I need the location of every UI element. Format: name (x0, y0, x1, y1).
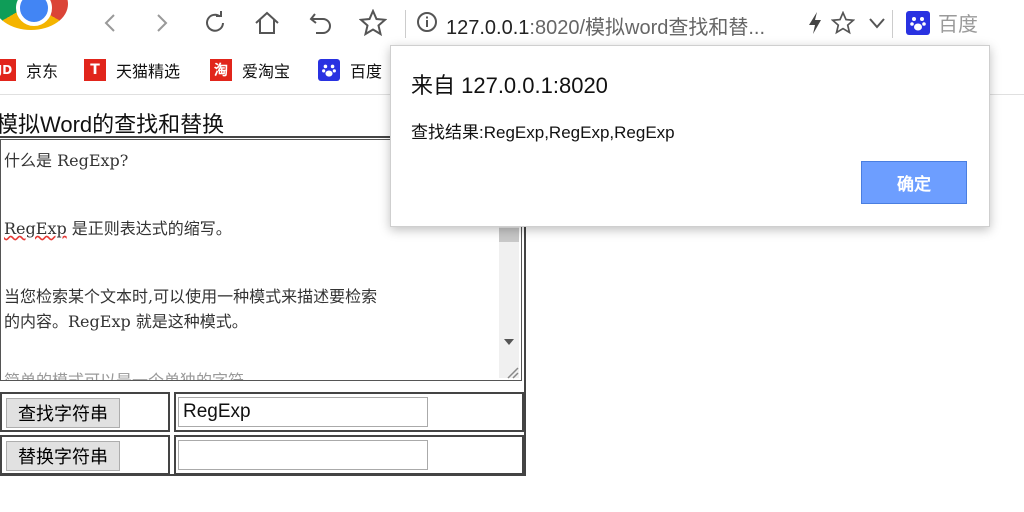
text-line: 什么是 RegExp? (4, 151, 129, 170)
bookmark-jd[interactable]: JD 京东 (0, 58, 58, 82)
resize-handle-icon[interactable] (505, 364, 519, 379)
url-path: :8020/模拟word查找和替... (529, 17, 766, 39)
bookmark-label: 百度 (350, 64, 383, 81)
taobao-icon: 淘 (210, 59, 232, 81)
alert-dialog: 来自 127.0.0.1:8020 查找结果:RegExp,RegExp,Reg… (390, 45, 990, 227)
bookmark-star-icon[interactable] (356, 6, 390, 40)
tmall-icon: T (84, 59, 106, 81)
forward-icon[interactable] (144, 6, 178, 40)
page-title: 模拟Word的查找和替换 (0, 112, 225, 137)
scroll-down-arrow-icon[interactable] (501, 334, 517, 350)
scrollbar-thumb[interactable] (499, 228, 519, 242)
find-button-cell: 查找字符串 (0, 392, 170, 432)
find-button[interactable]: 查找字符串 (6, 398, 120, 428)
replace-button-cell: 替换字符串 (0, 435, 170, 475)
chevron-down-icon[interactable] (860, 6, 894, 40)
bookmark-label: 天猫精选 (116, 64, 181, 81)
replace-input-cell (174, 435, 524, 475)
dialog-ok-button[interactable]: 确定 (861, 161, 967, 204)
text-line: RegExp 是正则表达式的缩写。 (4, 219, 232, 238)
browser-toolbar: 127.0.0.1:8020/模拟word查找和替... 百度 (0, 0, 1024, 46)
toolbar-separator (405, 10, 406, 38)
bookmark-tmall[interactable]: T 天猫精选 (84, 58, 180, 82)
dialog-message: 查找结果:RegExp,RegExp,RegExp (411, 123, 675, 142)
dialog-title: 来自 127.0.0.1:8020 (411, 73, 608, 98)
reload-icon[interactable] (198, 6, 232, 40)
url-host: 127.0.0.1 (446, 17, 530, 39)
jd-icon: JD (0, 59, 16, 81)
replace-input[interactable] (178, 440, 428, 470)
site-info-icon[interactable] (416, 11, 438, 33)
find-input-cell: RegExp (174, 392, 524, 432)
chrome-logo-icon (0, 0, 68, 30)
back-icon[interactable] (94, 6, 128, 40)
bookmark-label: 爱淘宝 (242, 64, 291, 81)
undo-icon[interactable] (304, 6, 338, 40)
text-line: 当您检索某个文本时,可以使用一种模式来描述要检索 (4, 287, 378, 306)
address-bar[interactable]: 127.0.0.1:8020/模拟word查找和替... (446, 11, 765, 40)
favorite-star-icon[interactable] (826, 6, 860, 40)
text-line: 的内容。RegExp 就是这种模式。 (4, 312, 248, 331)
home-icon[interactable] (250, 6, 284, 40)
search-engine-label: 百度 (938, 14, 978, 36)
baidu-paw-icon (906, 10, 930, 35)
replace-button[interactable]: 替换字符串 (6, 441, 120, 471)
text-line: 简单的模式可以是一个单独的字符。 (4, 371, 261, 381)
search-engine-box[interactable]: 百度 (906, 8, 978, 37)
find-row: 查找字符串 RegExp (0, 392, 526, 432)
toolbar-separator (892, 10, 893, 38)
replace-row: 替换字符串 (0, 435, 526, 475)
find-input[interactable]: RegExp (178, 397, 428, 427)
spellcheck-word: RegExp (4, 219, 67, 238)
bookmark-baidu[interactable]: 百度 (318, 58, 382, 82)
bookmark-label: 京东 (26, 64, 59, 81)
baidu-icon (318, 59, 340, 81)
bookmark-taobao[interactable]: 淘 爱淘宝 (210, 58, 290, 82)
